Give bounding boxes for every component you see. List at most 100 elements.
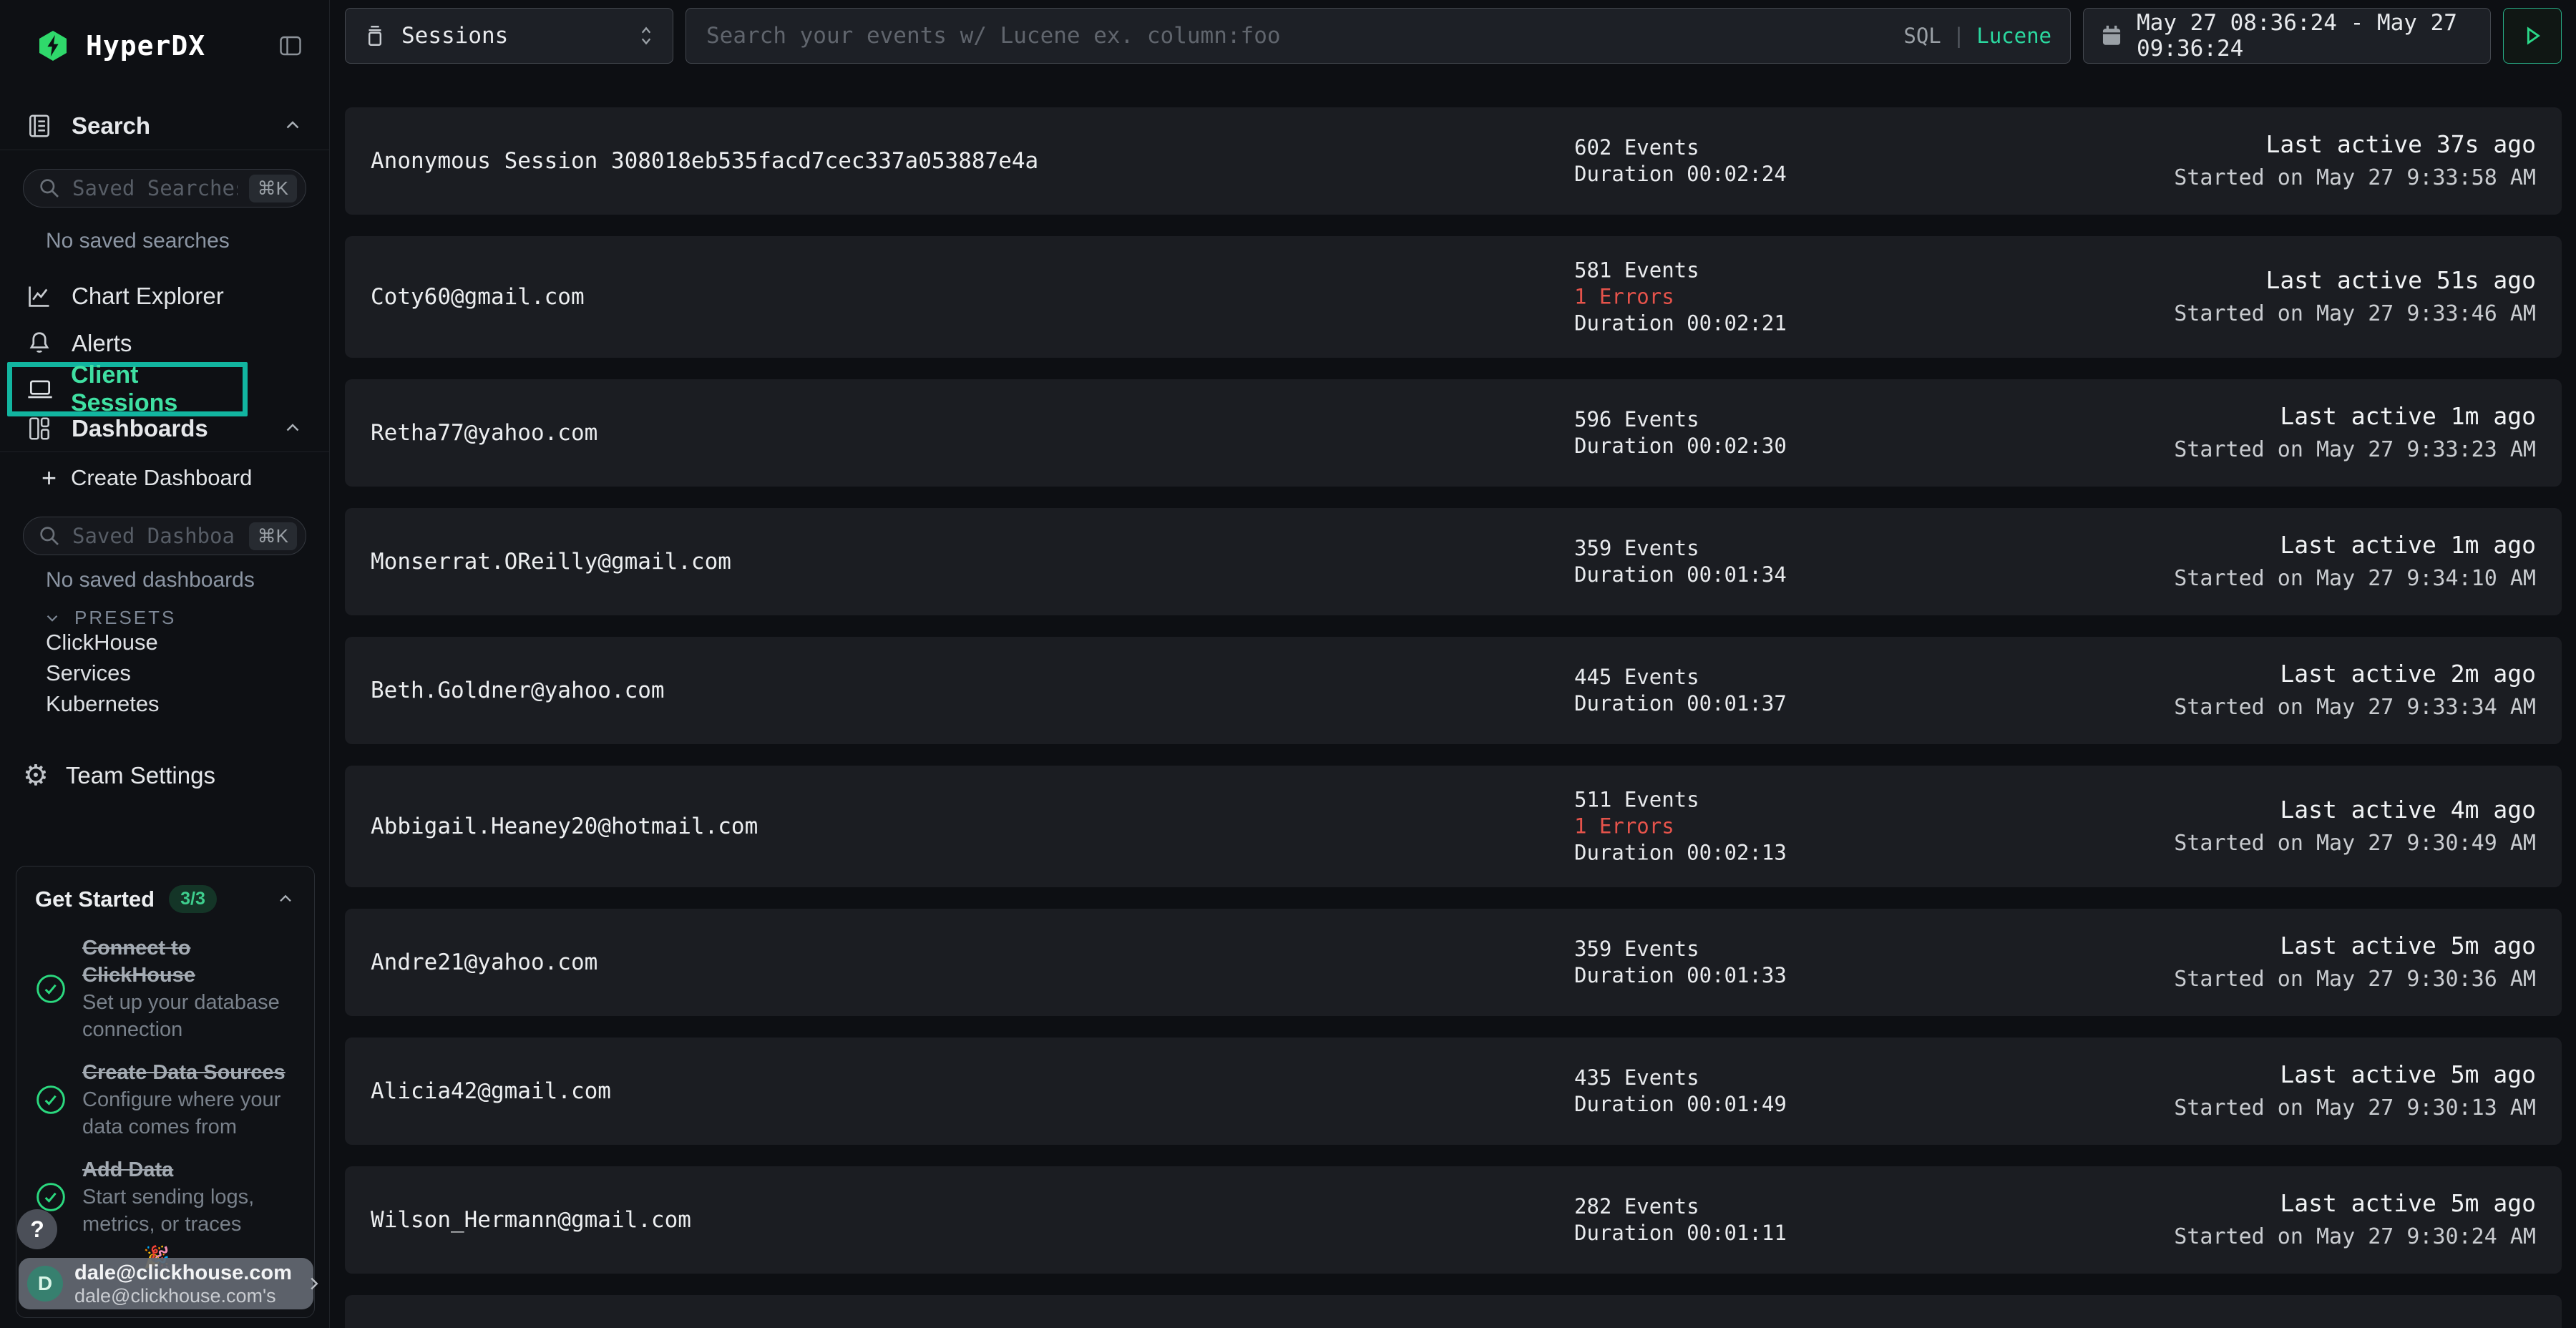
session-events: 445 Events <box>1574 664 1787 690</box>
saved-searches-pill[interactable]: ⌘K <box>23 169 306 208</box>
checklist-item-connect[interactable]: Connect to ClickHouse Set up your databa… <box>35 934 296 1043</box>
session-errors: 1 Errors <box>1574 814 1787 840</box>
preset-kubernetes[interactable]: Kubernetes <box>46 691 160 717</box>
session-last-active: Last active 1m ago <box>2174 399 2536 433</box>
session-last-active: Last active 5m ago <box>2174 1058 2536 1091</box>
help-button[interactable]: ? <box>17 1209 57 1249</box>
keyboard-shortcut-badge: ⌘K <box>249 522 297 550</box>
mode-divider: | <box>1953 24 1965 48</box>
avatar: D <box>27 1266 63 1302</box>
checklist-item-add-data[interactable]: Add Data Start sending logs, metrics, or… <box>35 1156 296 1238</box>
run-query-button[interactable] <box>2503 8 2562 64</box>
sidebar-item-alerts[interactable]: Alerts <box>0 321 329 366</box>
session-last-active: Last active 5m ago <box>2174 1186 2536 1220</box>
session-row[interactable]: Retha77@yahoo.com 596 Events Duration 00… <box>345 379 2562 487</box>
chevron-down-icon <box>43 609 62 628</box>
logo-row: HyperDX <box>0 0 329 92</box>
main-content: Sessions SQL | Lucene <box>330 0 2576 1328</box>
session-events: 511 Events <box>1574 787 1787 814</box>
session-title: Anonymous Session 308018eb535facd7cec337… <box>371 148 1038 174</box>
session-started: Started on May 27 9:30:13 AM <box>2174 1091 2536 1125</box>
dashboard-grid-icon <box>26 415 53 442</box>
saved-dashboards-input[interactable] <box>71 523 239 549</box>
session-started: Started on May 27 9:33:58 AM <box>2174 161 2536 195</box>
checklist-item-title: Create Data Sources <box>82 1059 296 1086</box>
checklist-item-title: Connect to ClickHouse <box>82 934 296 989</box>
journal-icon <box>26 112 53 140</box>
session-errors: 1 Errors <box>1574 284 1787 311</box>
database-icon <box>363 24 387 48</box>
preset-services[interactable]: Services <box>46 660 131 686</box>
app-root: HyperDX Search ⌘ <box>0 0 2576 1328</box>
session-events: 359 Events <box>1574 535 1787 562</box>
session-row[interactable]: Anonymous Session 308018eb535facd7cec337… <box>345 107 2562 215</box>
session-row[interactable]: Andre21@yahoo.com 359 Events Duration 00… <box>345 909 2562 1016</box>
session-duration: Duration 00:02:30 <box>1574 433 1787 459</box>
presets-label: PRESETS <box>74 607 176 629</box>
sql-mode-toggle[interactable]: SQL <box>1903 24 1941 48</box>
search-icon <box>38 177 61 200</box>
sidebar-item-team-settings[interactable]: ⚙ Team Settings <box>0 754 329 797</box>
chevron-right-icon <box>303 1273 325 1294</box>
session-row-partial[interactable] <box>345 1295 2562 1328</box>
time-range-value: May 27 08:36:24 - May 27 09:36:24 <box>2137 10 2474 62</box>
session-started: Started on May 27 9:33:23 AM <box>2174 433 2536 467</box>
presets-toggle[interactable]: PRESETS <box>43 607 176 629</box>
user-team: dale@clickhouse.com's <box>74 1285 292 1307</box>
session-started: Started on May 27 9:33:34 AM <box>2174 690 2536 724</box>
preset-clickhouse[interactable]: ClickHouse <box>46 630 158 655</box>
create-dashboard-label: Create Dashboard <box>71 465 252 491</box>
saved-searches-input[interactable] <box>71 175 239 201</box>
sidebar-alerts-label: Alerts <box>72 330 132 357</box>
session-duration: Duration 00:02:24 <box>1574 161 1787 187</box>
event-search-box: SQL | Lucene <box>686 8 2071 64</box>
lucene-mode-toggle[interactable]: Lucene <box>1976 24 2051 48</box>
checklist-item-data-sources[interactable]: Create Data Sources Configure where your… <box>35 1059 296 1141</box>
check-circle-icon <box>35 973 67 1005</box>
session-row[interactable]: Alicia42@gmail.com 435 Events Duration 0… <box>345 1038 2562 1145</box>
sidebar-item-search[interactable]: Search <box>0 102 329 150</box>
progress-badge: 3/3 <box>169 885 217 913</box>
session-title: Beth.Goldner@yahoo.com <box>371 678 665 703</box>
session-duration: Duration 00:01:33 <box>1574 962 1787 989</box>
create-dashboard-button[interactable]: + Create Dashboard <box>42 465 252 491</box>
time-range-picker[interactable]: May 27 08:36:24 - May 27 09:36:24 <box>2083 8 2491 64</box>
sidebar-item-chart-explorer[interactable]: Chart Explorer <box>0 273 329 319</box>
topbar: Sessions SQL | Lucene <box>330 0 2576 72</box>
session-events: 602 Events <box>1574 135 1787 161</box>
hyperdx-logo-icon <box>36 29 70 63</box>
sidebar-collapse-icon[interactable] <box>278 33 303 59</box>
session-row[interactable]: Wilson_Hermann@gmail.com 282 Events Dura… <box>345 1166 2562 1274</box>
saved-dashboards-pill[interactable]: ⌘K <box>23 517 306 555</box>
session-events: 581 Events <box>1574 258 1787 284</box>
event-search-input[interactable] <box>705 22 1890 49</box>
session-duration: Duration 00:01:11 <box>1574 1220 1787 1246</box>
session-events: 359 Events <box>1574 936 1787 962</box>
session-title: Wilson_Hermann@gmail.com <box>371 1207 691 1233</box>
session-title: Alicia42@gmail.com <box>371 1078 611 1104</box>
app-title: HyperDX <box>86 30 205 62</box>
chevron-up-icon <box>282 418 303 439</box>
session-started: Started on May 27 9:30:24 AM <box>2174 1220 2536 1254</box>
gear-icon: ⚙ <box>23 761 49 790</box>
user-email: dale@clickhouse.com <box>74 1261 292 1285</box>
get-started-header[interactable]: Get Started 3/3 <box>35 885 296 913</box>
plus-icon: + <box>42 467 57 489</box>
user-menu[interactable]: D dale@clickhouse.com dale@clickhouse.co… <box>19 1258 313 1309</box>
session-title: Abbigail.Heaney20@hotmail.com <box>371 814 758 839</box>
sidebar-item-dashboards[interactable]: Dashboards <box>0 405 329 452</box>
session-events: 435 Events <box>1574 1065 1787 1091</box>
session-row[interactable]: Monserrat.OReilly@gmail.com 359 Events D… <box>345 508 2562 615</box>
calendar-icon <box>2099 24 2124 48</box>
sidebar-chart-explorer-label: Chart Explorer <box>72 283 224 310</box>
source-selector[interactable]: Sessions <box>345 8 673 64</box>
chevron-up-down-icon <box>637 24 655 48</box>
session-row[interactable]: Beth.Goldner@yahoo.com 445 Events Durati… <box>345 637 2562 744</box>
session-title: Andre21@yahoo.com <box>371 949 597 975</box>
sidebar-dashboards-label: Dashboards <box>72 415 208 442</box>
no-saved-searches-text: No saved searches <box>46 229 230 253</box>
session-row[interactable]: Abbigail.Heaney20@hotmail.com 511 Events… <box>345 766 2562 887</box>
session-duration: Duration 00:01:37 <box>1574 690 1787 717</box>
session-row[interactable]: Coty60@gmail.com 581 Events 1 Errors Dur… <box>345 236 2562 358</box>
session-title: Monserrat.OReilly@gmail.com <box>371 549 731 575</box>
